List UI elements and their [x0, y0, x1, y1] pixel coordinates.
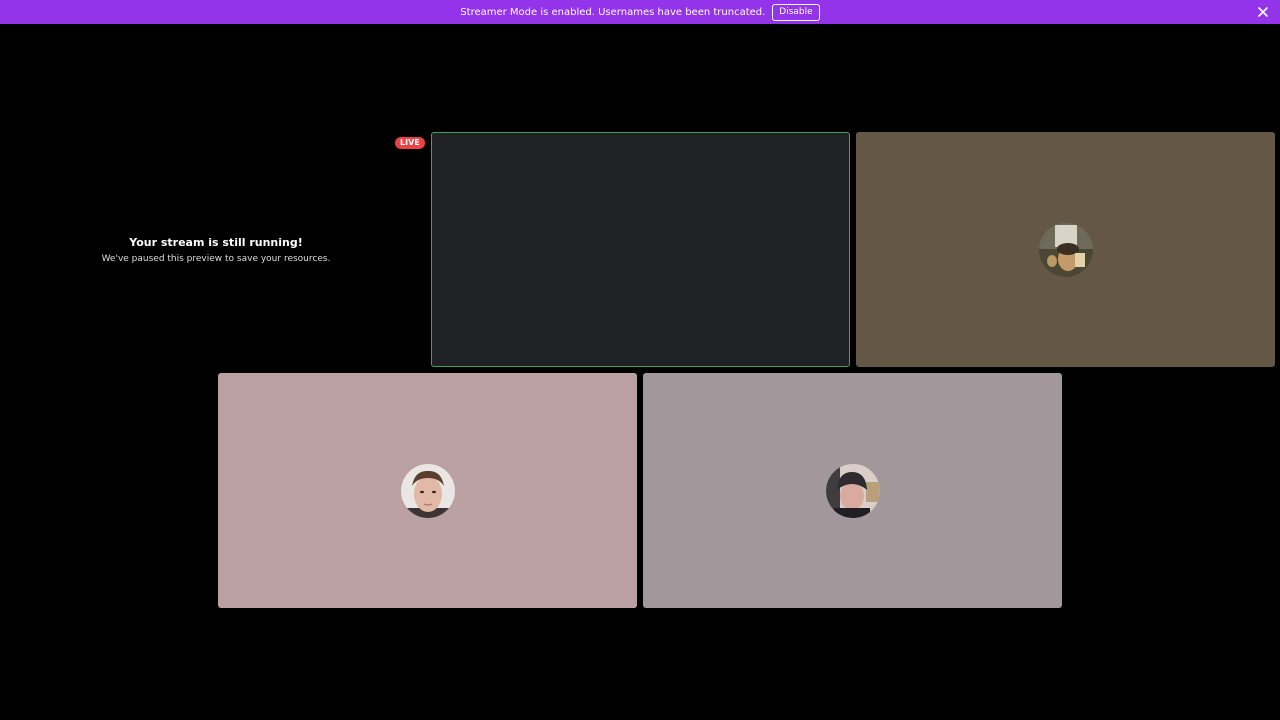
stream-paused-preview: Your stream is still running! We've paus…: [6, 132, 426, 367]
participant-tile-1[interactable]: [856, 132, 1275, 367]
streamer-mode-message: Streamer Mode is enabled. Usernames have…: [460, 6, 766, 18]
call-stage: Your stream is still running! We've paus…: [0, 24, 1280, 720]
own-stream-tile[interactable]: [431, 132, 850, 367]
stream-paused-title: Your stream is still running!: [129, 235, 303, 249]
participant-tile-2[interactable]: [218, 373, 637, 608]
user-avatar: [1038, 222, 1093, 277]
user-avatar: [400, 463, 455, 518]
stream-paused-subtitle: We've paused this preview to save your r…: [101, 253, 331, 264]
disable-streamer-mode-button[interactable]: Disable: [772, 3, 820, 21]
user-avatar: [825, 463, 880, 518]
live-badge: LIVE: [395, 137, 425, 149]
participant-tile-3[interactable]: [643, 373, 1062, 608]
streamer-mode-notice: Streamer Mode is enabled. Usernames have…: [0, 0, 1280, 24]
close-icon[interactable]: [1256, 5, 1270, 19]
